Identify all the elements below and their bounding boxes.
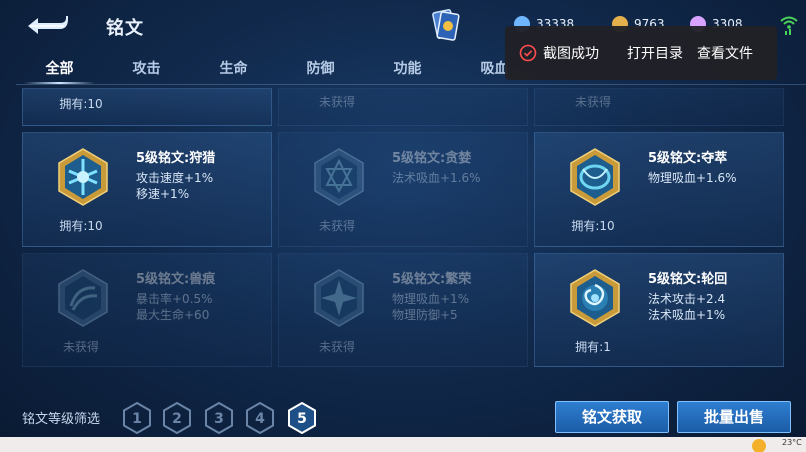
level-number: 2: [172, 411, 182, 427]
inscription-card-hunt[interactable]: 5级铭文:狩猎 攻击速度+1% 移速+1% 拥有:10: [22, 132, 272, 247]
inscription-name: 5级铭文:繁荣: [392, 272, 472, 287]
inscription-reincarnation-icon: [570, 269, 620, 327]
inscription-attr: 物理吸血+1.6%: [648, 171, 737, 185]
level-number: 3: [214, 411, 224, 427]
inscription-attr: 最大生命+60: [136, 308, 210, 322]
inscription-attr: 移速+1%: [136, 187, 190, 201]
owned-count: 未获得: [574, 95, 611, 109]
inscription-name: 5级铭文:轮回: [648, 272, 728, 287]
inscription-card[interactable]: 未获得: [534, 88, 784, 126]
inscription-attr: 法术攻击+2.4: [648, 292, 726, 306]
owned-count: 未获得: [62, 340, 99, 354]
inscription-name: 5级铭文:狩猎: [136, 151, 216, 166]
screenshot-toast: 截图成功 打开目录 查看文件: [505, 26, 777, 80]
tab-utility[interactable]: 功能: [364, 54, 451, 84]
inscription-plunder-icon: [570, 148, 620, 206]
level-filter-1[interactable]: 1: [122, 402, 152, 434]
toast-message: 截图成功: [543, 46, 599, 62]
inscription-attr: 法术吸血+1.6%: [392, 171, 481, 185]
weather-sun-icon: [752, 439, 766, 452]
bottom-bar: 铭文等级筛选 1 2 3 4 5 铭文获取 批量出售: [0, 392, 806, 437]
level-filter-4[interactable]: 4: [245, 402, 275, 434]
open-directory-link[interactable]: 打开目录: [627, 43, 683, 63]
inscription-name: 5级铭文:夺萃: [648, 151, 728, 166]
level-filter-3[interactable]: 3: [204, 402, 234, 434]
tabs-divider: [16, 84, 806, 85]
inscription-hunt-icon: [58, 148, 108, 206]
view-file-link[interactable]: 查看文件: [697, 43, 753, 63]
system-taskbar: 23°C: [0, 437, 806, 452]
inscription-card-plunder[interactable]: 5级铭文:夺萃 物理吸血+1.6% 拥有:10: [534, 132, 784, 247]
owned-count: 拥有:10: [59, 219, 103, 233]
inscription-name: 5级铭文:贪婪: [392, 151, 472, 166]
owned-count: 未获得: [318, 95, 355, 109]
tab-health[interactable]: 生命: [190, 54, 277, 84]
inscription-attr: 物理吸血+1%: [392, 292, 470, 306]
inscription-prosperity-icon: [314, 269, 364, 327]
inscription-attr: 攻击速度+1%: [136, 171, 214, 185]
inscription-card-greed[interactable]: 5级铭文:贪婪 法术吸血+1.6% 未获得: [278, 132, 528, 247]
inscription-card-beast-mark[interactable]: 5级铭文:兽痕 暴击率+0.5% 最大生命+60 未获得: [22, 253, 272, 367]
page-title: 铭文: [106, 18, 144, 39]
tab-defense[interactable]: 防御: [277, 54, 364, 84]
inscription-screen: 铭文 33338 9763 3308 全部 攻击 生命 防御 功能 吸血 拥有:…: [0, 0, 806, 437]
inscription-card-prosperity[interactable]: 5级铭文:繁荣 物理吸血+1% 物理防御+5 未获得: [278, 253, 528, 367]
wifi-icon: [780, 16, 798, 35]
category-tabs: 全部 攻击 生命 防御 功能 吸血: [16, 54, 538, 84]
back-arrow-icon[interactable]: [24, 10, 70, 36]
owned-count: 拥有:10: [571, 219, 615, 233]
get-inscription-button[interactable]: 铭文获取: [555, 401, 669, 433]
owned-count: 拥有:10: [59, 97, 103, 111]
card-deck-icon[interactable]: [432, 8, 460, 42]
temperature: 23°C: [782, 438, 802, 447]
tab-all[interactable]: 全部: [16, 54, 103, 84]
inscription-card[interactable]: 未获得: [278, 88, 528, 126]
level-number: 1: [132, 411, 142, 427]
inscription-attr: 法术吸血+1%: [648, 308, 726, 322]
tab-attack[interactable]: 攻击: [103, 54, 190, 84]
owned-count: 未获得: [318, 219, 355, 233]
bulk-sell-button[interactable]: 批量出售: [677, 401, 791, 433]
check-circle-icon: [519, 44, 537, 62]
level-filter-2[interactable]: 2: [162, 402, 192, 434]
level-number: 4: [255, 411, 265, 427]
inscription-attr: 物理防御+5: [392, 308, 458, 322]
owned-count: 拥有:1: [575, 340, 611, 354]
level-filter-label: 铭文等级筛选: [22, 412, 101, 427]
owned-count: 未获得: [318, 340, 355, 354]
inscription-card[interactable]: 拥有:10: [22, 88, 272, 126]
inscription-greed-icon: [314, 148, 364, 206]
inscription-beast-mark-icon: [58, 269, 108, 327]
inscription-card-reincarnation[interactable]: 5级铭文:轮回 法术攻击+2.4 法术吸血+1% 拥有:1: [534, 253, 784, 367]
level-filter-5[interactable]: 5: [287, 402, 317, 434]
inscription-attr: 暴击率+0.5%: [136, 292, 213, 306]
inscription-name: 5级铭文:兽痕: [136, 272, 216, 287]
level-number: 5: [297, 411, 307, 427]
